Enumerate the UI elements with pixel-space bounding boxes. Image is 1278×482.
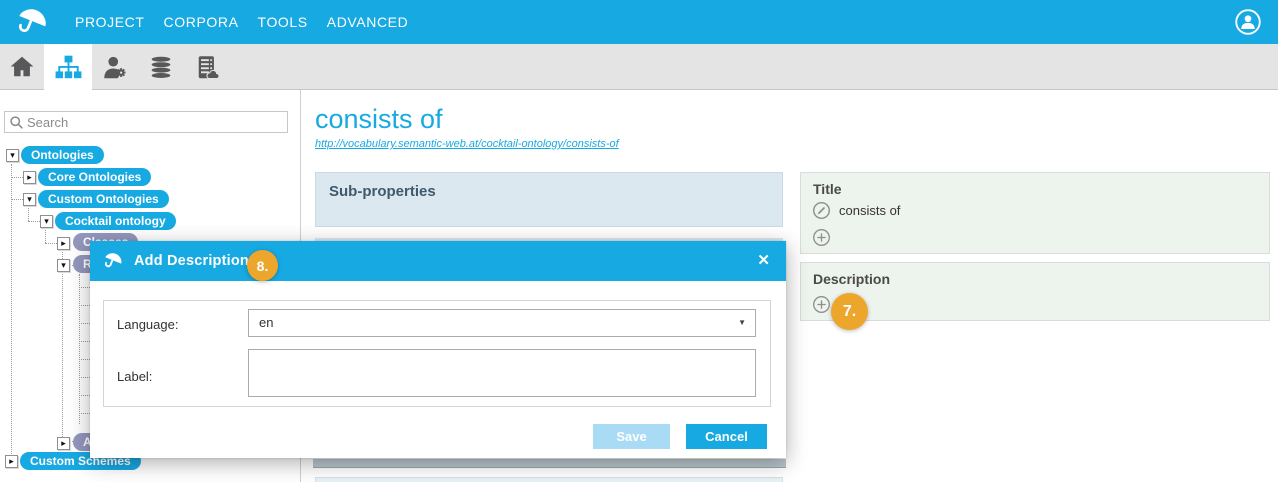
tree-connector	[79, 341, 90, 342]
sub-properties-header: Sub-properties	[316, 173, 782, 210]
save-button[interactable]: Save	[593, 424, 670, 449]
tree-connector	[79, 305, 90, 306]
hidden-section-strip	[315, 477, 783, 482]
resource-uri-link[interactable]: http://vocabulary.semantic-web.at/cockta…	[315, 138, 619, 150]
database-icon	[148, 54, 174, 81]
user-settings-icon	[102, 54, 129, 81]
sub-properties-panel: Sub-properties	[315, 172, 783, 227]
tree-toggle-custom-ontologies[interactable]: ▾	[23, 193, 36, 206]
search-box	[4, 111, 288, 133]
umbrella-logo-icon[interactable]	[14, 4, 50, 40]
navbar: PROJECT CORPORA TOOLS ADVANCED	[0, 0, 1278, 44]
tree-connector	[11, 164, 12, 460]
tree-toggle-ontologies[interactable]: ▾	[6, 149, 19, 162]
step-badge-8: 8.	[247, 250, 278, 281]
label-label: Label:	[117, 369, 152, 384]
tree-toggle-core-ontologies[interactable]: ▸	[23, 171, 36, 184]
toolbar	[0, 44, 1278, 90]
tree-item-custom-ontologies[interactable]: Custom Ontologies	[38, 190, 169, 208]
tree-connector	[28, 221, 40, 222]
label-textarea[interactable]	[248, 349, 756, 397]
language-select-value: en	[259, 315, 273, 330]
tree-connector	[28, 208, 29, 221]
nav-item-project[interactable]: PROJECT	[75, 14, 145, 30]
add-description-plus-icon[interactable]	[812, 295, 831, 314]
search-icon	[9, 115, 24, 130]
nav-item-advanced[interactable]: ADVANCED	[327, 14, 409, 30]
tree-toggle-cocktail-ontology[interactable]: ▾	[40, 215, 53, 228]
edit-icon[interactable]	[812, 201, 831, 220]
tab-home[interactable]	[0, 44, 44, 90]
search-input[interactable]	[27, 112, 282, 132]
nav-menu: PROJECT CORPORA TOOLS ADVANCED	[75, 0, 408, 44]
title-value: consists of	[839, 203, 900, 218]
page-title: consists of	[315, 104, 443, 135]
tree-connector	[79, 395, 90, 396]
tree-toggle-relations[interactable]: ▾	[57, 259, 70, 272]
caret-down-icon: ▼	[738, 310, 746, 336]
cancel-button[interactable]: Cancel	[686, 424, 767, 449]
language-select[interactable]: en ▼	[248, 309, 756, 337]
nav-item-corpora[interactable]: CORPORA	[164, 14, 239, 30]
tab-corpus-store[interactable]	[182, 44, 228, 90]
tree-toggle-attributes[interactable]: ▸	[57, 437, 70, 450]
close-icon[interactable]: ✕	[757, 252, 770, 270]
language-label: Language:	[117, 317, 178, 332]
add-description-dialog: Add Description ✕ Language: en ▼ Label: …	[90, 241, 786, 458]
description-panel-header: Description	[801, 263, 1269, 289]
tree-connector	[45, 230, 46, 243]
hidden-section-bar	[313, 459, 786, 468]
tree-toggle-classes[interactable]: ▸	[57, 237, 70, 250]
tree-connector	[79, 287, 90, 288]
tree-connector	[79, 323, 90, 324]
tab-user-settings[interactable]	[92, 44, 138, 90]
tree-item-core-ontologies[interactable]: Core Ontologies	[38, 168, 151, 186]
dialog-title: Add Description	[134, 241, 249, 281]
add-title-plus-icon[interactable]	[812, 228, 831, 247]
tree-toggle-custom-schemes[interactable]: ▸	[5, 455, 18, 468]
dialog-header: Add Description ✕	[90, 241, 786, 281]
umbrella-logo-icon	[102, 250, 124, 272]
tree-connector	[45, 243, 57, 244]
server-cloud-icon	[192, 54, 219, 81]
tree-item-ontologies[interactable]: Ontologies	[21, 146, 104, 164]
tree-connector	[62, 252, 63, 437]
tree-connector	[11, 177, 23, 178]
hierarchy-icon	[55, 54, 82, 81]
tab-database[interactable]	[138, 44, 184, 90]
tree-connector	[79, 413, 90, 414]
tree-connector	[79, 377, 90, 378]
step-badge-7: 7.	[831, 293, 868, 330]
title-panel-header: Title	[801, 173, 1269, 199]
nav-item-tools[interactable]: TOOLS	[258, 14, 308, 30]
tree-item-cocktail-ontology[interactable]: Cocktail ontology	[55, 212, 176, 230]
tab-hierarchy[interactable]	[44, 44, 92, 90]
tree-connector	[79, 274, 80, 424]
title-panel: Title consists of	[800, 172, 1270, 254]
tree-connector	[79, 359, 90, 360]
description-panel: Description	[800, 262, 1270, 321]
app-window: PROJECT CORPORA TOOLS ADVANCED	[0, 0, 1278, 482]
user-account-icon[interactable]	[1234, 8, 1262, 36]
tree-connector	[11, 199, 23, 200]
home-icon	[9, 54, 35, 80]
